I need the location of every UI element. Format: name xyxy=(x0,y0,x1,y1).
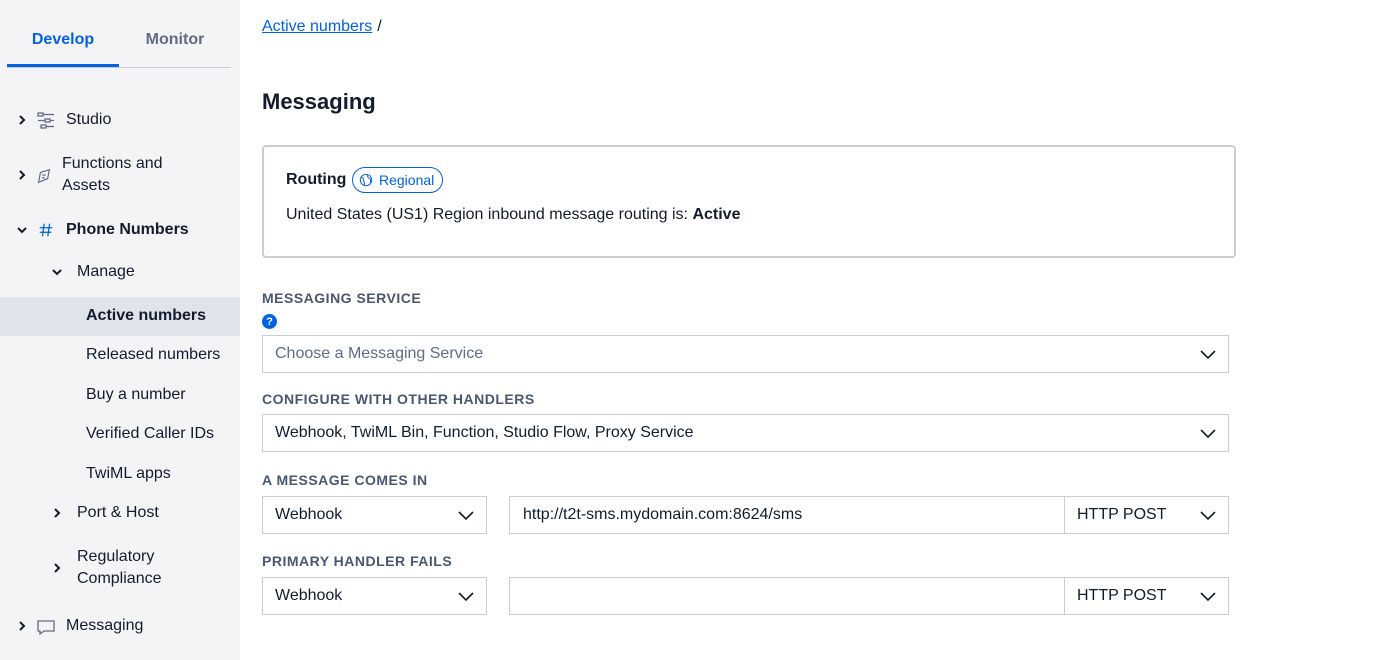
chevron-right-icon xyxy=(17,170,27,180)
chevron-down-icon xyxy=(1200,429,1216,439)
routing-title: Routing xyxy=(286,171,347,188)
sidebar-item-port-host[interactable]: Port & Host xyxy=(0,502,240,524)
page-title: Messaging xyxy=(262,89,376,114)
tab-develop-indicator xyxy=(7,64,119,67)
sidebar-item-verified-caller-ids[interactable]: Verified Caller IDs xyxy=(0,423,240,445)
sidebar-item-label: Verified Caller IDs xyxy=(86,425,215,442)
chevron-right-icon xyxy=(17,115,27,125)
sidebar-item-label: Released numbers xyxy=(86,346,221,363)
sidebar-item-buy-number[interactable]: Buy a number xyxy=(0,384,240,406)
chevron-down-icon xyxy=(458,592,474,602)
sidebar-item-functions[interactable]: Functions and Assets xyxy=(0,153,240,197)
primary-handler-fails-type-select[interactable]: Webhook xyxy=(262,577,487,615)
primary-handler-fails-method-select[interactable]: HTTP POST xyxy=(1064,577,1229,615)
breadcrumb: Active numbers / xyxy=(262,18,382,36)
sidebar-item-label: Buy a number xyxy=(86,386,186,403)
globe-icon xyxy=(359,173,373,187)
chevron-right-icon xyxy=(52,508,62,518)
message-comes-in-type-value: Webhook xyxy=(275,506,343,523)
help-icon[interactable]: ? xyxy=(262,314,277,329)
tab-monitor[interactable]: Monitor xyxy=(119,31,231,49)
hash-icon xyxy=(36,220,56,240)
message-comes-in-method-select[interactable]: HTTP POST xyxy=(1064,496,1229,534)
chevron-down-icon xyxy=(52,267,62,277)
sidebar-item-studio[interactable]: Studio xyxy=(0,109,240,131)
other-handlers-label: CONFIGURE WITH OTHER HANDLERS xyxy=(262,391,535,407)
sidebar-item-label: Messaging xyxy=(66,617,144,634)
chevron-right-icon xyxy=(17,621,27,631)
breadcrumb-separator: / xyxy=(377,18,382,35)
chat-icon xyxy=(36,617,56,637)
routing-card: Routing Regional United States (US1) Reg… xyxy=(262,145,1236,258)
chevron-down-icon xyxy=(1200,511,1216,521)
functions-icon xyxy=(34,166,54,186)
primary-handler-fails-type-value: Webhook xyxy=(275,587,343,604)
sidebar-item-label: Functions and xyxy=(62,155,163,172)
primary-handler-fails-label: PRIMARY HANDLER FAILS xyxy=(262,553,453,569)
messaging-service-placeholder: Choose a Messaging Service xyxy=(275,345,484,362)
sidebar-item-messaging[interactable]: Messaging xyxy=(0,615,240,637)
sidebar: Develop Monitor Studio Functions and Ass… xyxy=(0,0,240,660)
sidebar-item-label: Active numbers xyxy=(86,307,207,324)
message-comes-in-label: A MESSAGE COMES IN xyxy=(262,472,428,488)
regional-badge-label: Regional xyxy=(379,172,435,188)
sidebar-item-label: Compliance xyxy=(77,570,162,587)
sidebar-item-label: TwiML apps xyxy=(86,465,171,482)
primary-handler-fails-method-value: HTTP POST xyxy=(1077,587,1167,604)
routing-status-prefix: United States (US1) Region inbound messa… xyxy=(286,206,693,223)
primary-handler-fails-url-input[interactable] xyxy=(509,577,1065,615)
sidebar-item-label: Regulatory xyxy=(77,548,155,565)
sidebar-item-released-numbers[interactable]: Released numbers xyxy=(0,344,240,366)
breadcrumb-link-active-numbers[interactable]: Active numbers xyxy=(262,18,372,35)
sidebar-item-label: Manage xyxy=(77,263,135,280)
sidebar-item-label: Assets xyxy=(62,177,111,194)
other-handlers-value: Webhook, TwiML Bin, Function, Studio Flo… xyxy=(275,424,694,441)
messaging-service-label: MESSAGING SERVICE xyxy=(262,290,422,306)
regional-badge: Regional xyxy=(352,167,444,193)
message-comes-in-url-input[interactable]: http://t2t-sms.mydomain.com:8624/sms xyxy=(509,496,1065,534)
message-comes-in-type-select[interactable]: Webhook xyxy=(262,496,487,534)
chevron-down-icon xyxy=(1200,350,1216,360)
chevron-right-icon xyxy=(52,563,62,573)
other-handlers-select[interactable]: Webhook, TwiML Bin, Function, Studio Flo… xyxy=(262,414,1229,452)
sidebar-item-active-numbers[interactable]: Active numbers xyxy=(0,297,240,336)
sidebar-item-regulatory-compliance[interactable]: Regulatory Compliance xyxy=(0,546,240,590)
messaging-service-select[interactable]: Choose a Messaging Service xyxy=(262,335,1229,373)
chevron-down-icon xyxy=(17,225,27,235)
routing-status-value: Active xyxy=(692,206,741,223)
tab-develop[interactable]: Develop xyxy=(7,31,119,49)
sidebar-tabs: Develop Monitor xyxy=(7,0,231,68)
sidebar-item-manage[interactable]: Manage xyxy=(0,261,240,283)
studio-icon xyxy=(36,110,56,130)
sidebar-item-label: Port & Host xyxy=(77,504,159,521)
chevron-down-icon xyxy=(458,511,474,521)
sidebar-item-label: Studio xyxy=(66,111,112,128)
sidebar-item-label: Phone Numbers xyxy=(66,221,189,238)
sidebar-item-phone-numbers[interactable]: Phone Numbers xyxy=(0,219,240,241)
sidebar-item-twiml-apps[interactable]: TwiML apps xyxy=(0,463,240,485)
routing-status-text: United States (US1) Region inbound messa… xyxy=(286,206,740,224)
chevron-down-icon xyxy=(1200,592,1216,602)
message-comes-in-method-value: HTTP POST xyxy=(1077,506,1167,523)
